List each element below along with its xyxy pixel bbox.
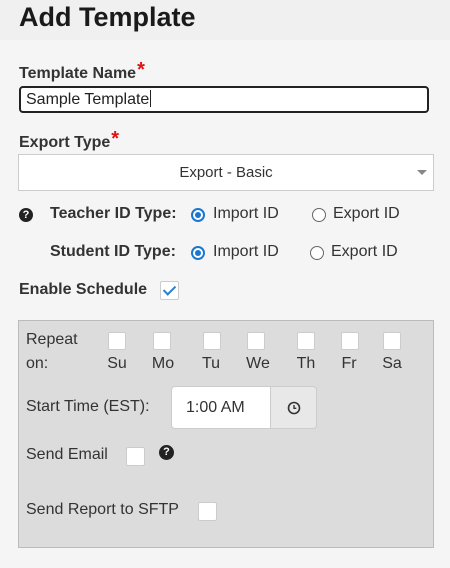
start-time-label: Start Time (EST): [26,398,150,415]
template-name-label: Template Name* [19,59,145,84]
teacher-id-export-label[interactable]: Export ID [333,205,400,223]
teacher-id-import-radio[interactable] [191,208,205,222]
required-marker: * [111,128,120,150]
day-label-mo: Mo [151,355,175,372]
required-marker: * [137,59,145,81]
student-id-type-label: Student ID Type: [50,243,176,260]
template-name-value: Sample Template [26,91,150,108]
export-type-select[interactable]: Export - Basic [18,154,434,191]
enable-schedule-checkbox[interactable] [160,281,179,300]
day-label-th: Th [296,355,316,372]
day-label-sa: Sa [382,355,402,372]
start-time-input[interactable]: 1:00 AM [171,386,271,429]
day-checkbox-fr[interactable] [341,332,359,350]
send-sftp-label: Send Report to SFTP [26,501,179,518]
day-checkbox-su[interactable] [108,332,126,350]
export-type-label-text: Export Type [19,134,111,151]
day-label-su: Su [107,355,127,372]
repeat-on-label-line1: Repeat [26,331,78,348]
clock-icon [287,401,301,415]
export-type-label: Export Type* [19,128,120,153]
student-id-export-label[interactable]: Export ID [331,243,398,261]
day-checkbox-mo[interactable] [153,332,171,350]
day-checkbox-th[interactable] [297,332,315,350]
teacher-id-type-label: Teacher ID Type: [50,205,177,222]
clock-button[interactable] [271,386,317,429]
repeat-on-label-line2: on: [26,355,49,372]
send-email-label: Send Email [26,446,108,463]
day-label-we: We [246,355,270,372]
student-id-import-label[interactable]: Import ID [213,243,279,261]
day-label-tu: Tu [201,355,221,372]
day-label-fr: Fr [341,355,357,372]
send-sftp-checkbox[interactable] [198,502,217,521]
text-caret [150,90,152,107]
teacher-id-import-label[interactable]: Import ID [213,205,279,223]
student-id-import-radio[interactable] [191,246,205,260]
enable-schedule-label: Enable Schedule [19,281,148,298]
day-checkbox-tu[interactable] [203,332,221,350]
day-checkbox-we[interactable] [247,332,265,350]
day-checkbox-sa[interactable] [383,332,401,350]
question-circle-icon[interactable]: ? [19,208,33,222]
send-email-checkbox[interactable] [126,447,145,466]
export-type-selected: Export - Basic [179,164,273,181]
question-circle-icon[interactable]: ? [159,445,174,460]
student-id-export-radio[interactable] [310,246,324,260]
caret-down-icon [417,170,427,175]
template-name-label-text: Template Name [19,65,137,82]
page-header: Add Template [0,0,450,40]
template-name-input[interactable]: Sample Template [19,86,429,113]
teacher-id-export-radio[interactable] [312,208,326,222]
page-title: Add Template [19,2,196,32]
